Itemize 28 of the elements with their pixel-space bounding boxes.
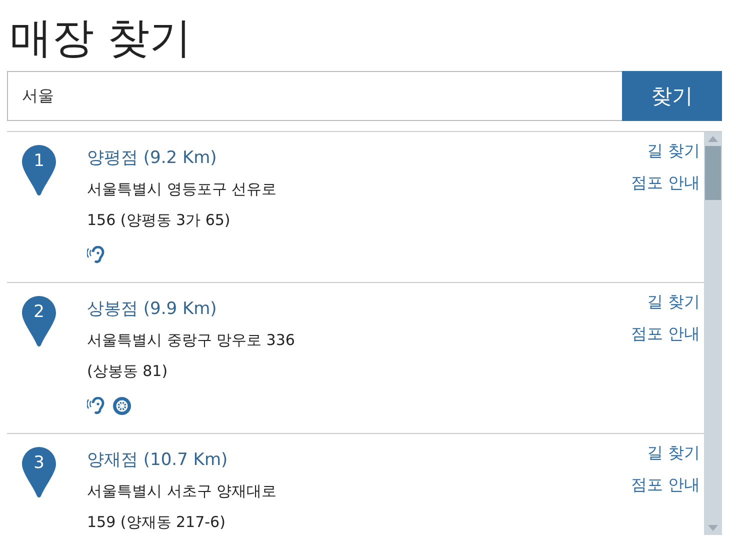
store-link[interactable]: 길 찾기 <box>646 440 700 466</box>
page-title: 매장 찾기 <box>9 12 192 64</box>
store-address: 서울특별시 서초구 양재대로 <box>87 481 278 502</box>
scroll-thumb[interactable] <box>705 146 721 200</box>
hearing-icon <box>87 246 105 264</box>
store-link[interactable]: 점포 안내 <box>630 170 700 196</box>
store-address: 156 (양평동 3가 65) <box>87 210 232 231</box>
store-address: 159 (양재동 217-6) <box>87 512 226 533</box>
store-link[interactable]: 점포 안내 <box>630 321 700 347</box>
scroll-down-icon[interactable] <box>708 525 718 531</box>
store-name[interactable]: 양평점 (9.2 Km) <box>87 142 631 174</box>
wheel-icon <box>113 397 131 415</box>
store-name[interactable]: 양재점 (10.7 Km) <box>87 444 631 476</box>
store-link[interactable]: 길 찾기 <box>646 289 700 315</box>
store-name[interactable]: 상봉점 (9.9 Km) <box>87 293 631 325</box>
hearing-icon <box>87 397 105 415</box>
pin-number: 1 <box>32 151 46 171</box>
search-field[interactable]: 서울 <box>7 71 622 121</box>
scrollbar[interactable] <box>704 132 722 535</box>
store-address: 서울특별시 중랑구 망우로 336 <box>87 330 296 351</box>
store-address: 서울특별시 영등포구 선유로 <box>87 179 278 200</box>
scroll-up-icon[interactable] <box>708 136 718 142</box>
pin-number: 2 <box>32 302 46 322</box>
store-address: (상봉동 81) <box>87 361 169 382</box>
pin-number: 3 <box>32 453 46 473</box>
store-link[interactable]: 점포 안내 <box>630 472 700 498</box>
search-button[interactable]: 찾기 <box>622 71 722 121</box>
store-link[interactable]: 길 찾기 <box>646 138 700 164</box>
